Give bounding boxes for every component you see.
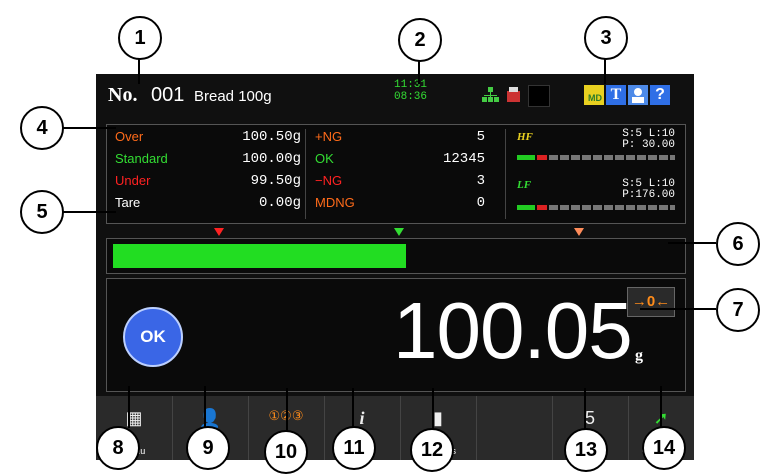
divider	[305, 129, 306, 219]
callout-line	[204, 386, 206, 428]
tare-icon[interactable]: T	[606, 85, 626, 105]
lf-info: S:5 L:10 P:176.00	[622, 179, 675, 201]
chart-icon: ▮	[433, 408, 443, 428]
callout-line	[640, 308, 716, 310]
under-value: 99.50g	[250, 173, 301, 189]
callout-line	[60, 127, 116, 129]
standard-value: 100.00g	[242, 151, 301, 167]
callout-10: 10	[264, 430, 308, 474]
operator-icon[interactable]	[628, 85, 648, 105]
divider	[505, 129, 506, 219]
callout-4: 4	[20, 106, 64, 150]
hf-p: P: 30.00	[622, 139, 675, 151]
callout-line	[60, 211, 116, 213]
mdng-value: 0	[476, 195, 485, 211]
network-icon	[480, 85, 500, 105]
rate-value: 5	[584, 408, 595, 428]
callout-12: 12	[410, 428, 454, 472]
callout-14: 14	[642, 426, 686, 470]
callout-9: 9	[186, 426, 230, 470]
weighing-screen: No. 001 Bread 100g 11:31 08:36 MD T ? Ov…	[96, 74, 694, 460]
clock: 11:31 08:36	[394, 79, 427, 103]
under-limit-marker	[214, 228, 224, 236]
callout-line	[418, 60, 420, 84]
hf-level-seg	[537, 155, 547, 160]
plus-ng-label: +NG	[315, 129, 343, 144]
printer-icon	[504, 85, 524, 105]
judgement-badge: OK	[123, 307, 183, 367]
callout-line	[432, 388, 434, 430]
empty-slot	[476, 396, 553, 460]
ok-count-value: 12345	[442, 151, 485, 167]
clock-top: 11:31	[394, 79, 428, 91]
callout-line	[138, 58, 140, 84]
callout-line	[668, 242, 716, 244]
callout-3: 3	[584, 16, 628, 60]
minus-ng-value: 3	[476, 173, 485, 189]
callout-13: 13	[564, 428, 608, 472]
weight-bar-fill	[113, 244, 406, 268]
hf-level-seg	[517, 155, 535, 160]
minus-ng-label: −NG	[315, 173, 343, 188]
over-limit-marker	[574, 228, 584, 236]
lf-level-scale	[549, 205, 675, 210]
callout-7: 7	[716, 288, 760, 332]
callout-line	[604, 58, 606, 84]
over-value: 100.50g	[242, 129, 301, 145]
statistics-panel: Over Standard Under Tare 100.50g 100.00g…	[106, 124, 686, 224]
grid-icon: ▦	[125, 408, 143, 428]
callout-line	[286, 388, 288, 432]
hf-label: HF	[517, 131, 533, 143]
product-number: 001	[151, 84, 185, 106]
ok-count-label: OK	[315, 151, 334, 166]
standard-label: Standard	[115, 151, 168, 166]
lf-p: P:176.00	[622, 189, 675, 201]
lf-level-seg	[537, 205, 547, 210]
weight-unit: g	[635, 347, 643, 364]
weight-bar-graph	[106, 238, 686, 274]
callout-line	[660, 386, 662, 428]
hf-level-scale	[549, 155, 675, 160]
lf-level-seg	[517, 205, 535, 210]
callout-6: 6	[716, 222, 760, 266]
over-label: Over	[115, 129, 144, 144]
help-icon[interactable]: ?	[650, 85, 670, 105]
product-no-label: No.	[108, 84, 138, 106]
callout-line	[128, 386, 130, 428]
callout-line	[584, 388, 586, 430]
lf-label: LF	[517, 179, 532, 191]
under-label: Under	[115, 173, 151, 188]
standard-marker	[394, 228, 404, 236]
product-name: Bread 100g	[194, 88, 272, 105]
clock-bottom: 08:36	[394, 91, 428, 103]
callout-2: 2	[398, 18, 442, 62]
weight-value: 100.05	[393, 286, 633, 375]
zero-button[interactable]: →0←	[627, 287, 675, 317]
svg-text:MD: MD	[588, 93, 602, 103]
callout-line	[352, 388, 354, 428]
plus-ng-value: 5	[476, 129, 485, 145]
hf-info: S:5 L:10 P: 30.00	[622, 129, 675, 151]
callout-8: 8	[96, 426, 140, 470]
tare-value: 0.00g	[258, 195, 301, 211]
callout-5: 5	[20, 190, 64, 234]
tare-label: Tare	[115, 195, 141, 210]
blank-icon	[528, 85, 550, 107]
callout-1: 1	[118, 16, 162, 60]
metal-detector-icon: MD	[584, 85, 604, 105]
info-icon: i	[359, 408, 365, 428]
callout-11: 11	[332, 426, 376, 470]
weight-display: OK 100.05 g →0←	[106, 278, 686, 392]
mdng-label: MDNG	[315, 195, 355, 210]
